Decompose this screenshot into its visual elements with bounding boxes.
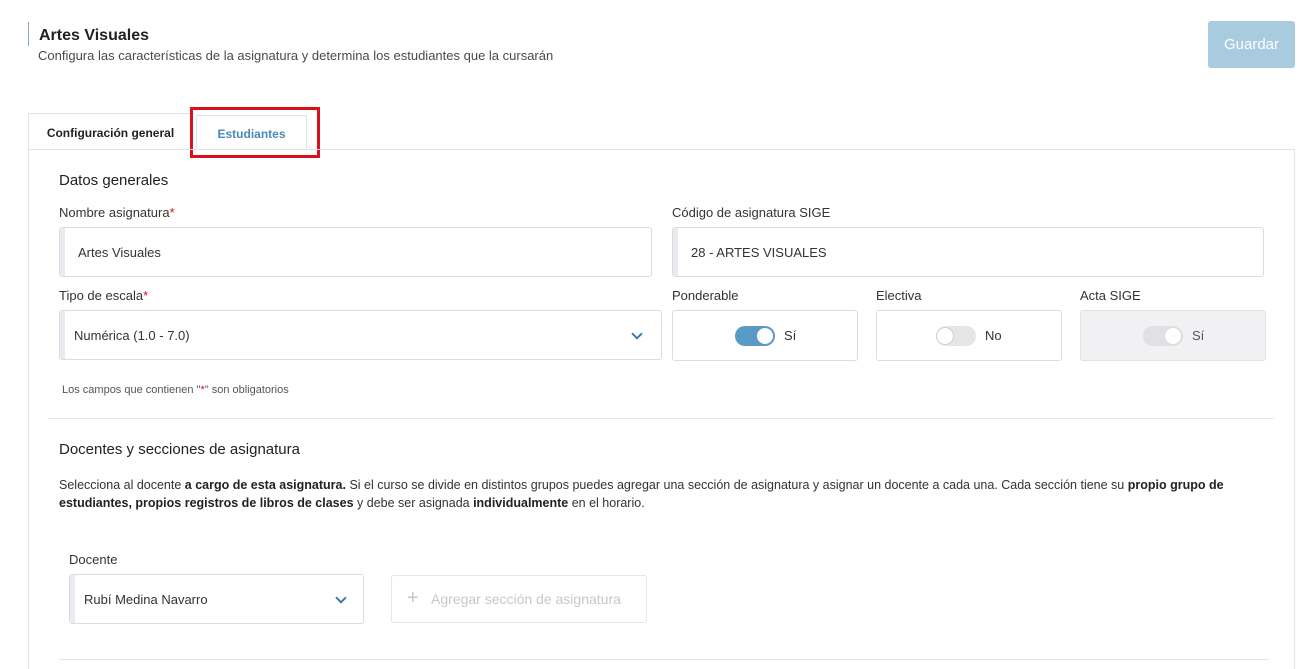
hint-prefix: Los campos que contienen " bbox=[62, 384, 201, 396]
desc-text: Selecciona al docente bbox=[59, 478, 185, 492]
section-title-docentes: Docentes y secciones de asignatura bbox=[59, 441, 300, 458]
desc-bold: individualmente bbox=[473, 496, 569, 510]
required-mark: * bbox=[143, 288, 149, 303]
section-title-datos-generales: Datos generales bbox=[59, 172, 169, 189]
plus-icon: + bbox=[407, 587, 419, 609]
acta-sige-state: Sí bbox=[1192, 328, 1205, 343]
required-fields-hint: Los campos que contienen "*" son obligat… bbox=[62, 384, 289, 396]
ponderable-toggle-box: Sí bbox=[672, 310, 858, 361]
chevron-down-icon bbox=[335, 592, 347, 604]
bottom-divider bbox=[59, 659, 1269, 660]
switch-knob bbox=[936, 327, 954, 345]
save-button[interactable]: Guardar bbox=[1208, 21, 1295, 68]
sige-code-input[interactable]: 28 - ARTES VISUALES bbox=[672, 227, 1264, 277]
ponderable-label: Ponderable bbox=[672, 288, 739, 303]
add-section-button[interactable]: + Agregar sección de asignatura bbox=[391, 575, 647, 623]
required-mark: * bbox=[169, 205, 175, 220]
desc-text: Si el curso se divide en distintos grupo… bbox=[345, 478, 1128, 492]
desc-text: en el horario. bbox=[568, 496, 645, 510]
scale-label: Tipo de escala* bbox=[59, 288, 148, 303]
switch-knob bbox=[756, 327, 774, 345]
subject-name-value: Artes Visuales bbox=[78, 245, 161, 260]
docente-label: Docente bbox=[69, 552, 118, 567]
subject-name-input[interactable]: Artes Visuales bbox=[59, 227, 652, 277]
ponderable-switch[interactable] bbox=[735, 326, 775, 346]
electiva-state: No bbox=[985, 328, 1002, 343]
hint-suffix: " son obligatorios bbox=[204, 384, 289, 396]
teachers-description: Selecciona al docente a cargo de esta as… bbox=[59, 476, 1249, 512]
acta-sige-toggle-box: Sí bbox=[1080, 310, 1266, 361]
section-divider bbox=[48, 418, 1274, 419]
tab-estudiantes[interactable]: Estudiantes bbox=[196, 115, 307, 149]
scale-label-text: Tipo de escala bbox=[59, 288, 144, 303]
page-title: Artes Visuales bbox=[39, 27, 149, 44]
switch-knob bbox=[1164, 327, 1182, 345]
electiva-toggle-box: No bbox=[876, 310, 1062, 361]
scale-select-value: Numérica (1.0 - 7.0) bbox=[74, 328, 190, 343]
add-section-label: Agregar sección de asignatura bbox=[431, 591, 621, 607]
acta-sige-switch bbox=[1143, 326, 1183, 346]
ponderable-state: Sí bbox=[784, 328, 797, 343]
desc-text: y debe ser asignada bbox=[353, 496, 474, 510]
name-label: Nombre asignatura* bbox=[59, 205, 175, 220]
docente-select-value: Rubí Medina Navarro bbox=[84, 592, 208, 607]
acta-sige-label: Acta SIGE bbox=[1080, 288, 1141, 303]
tab-configuracion-general[interactable]: Configuración general bbox=[28, 113, 193, 150]
page-subtitle: Configura las características de la asig… bbox=[38, 48, 554, 63]
docente-select[interactable]: Rubí Medina Navarro bbox=[69, 574, 364, 624]
scale-select[interactable]: Numérica (1.0 - 7.0) bbox=[59, 310, 662, 360]
chevron-down-icon bbox=[631, 328, 643, 340]
name-label-text: Nombre asignatura bbox=[59, 205, 170, 220]
electiva-label: Electiva bbox=[876, 288, 922, 303]
electiva-switch[interactable] bbox=[936, 326, 976, 346]
header-accent-bar: Artes Visuales bbox=[28, 22, 149, 46]
sige-code-label: Código de asignatura SIGE bbox=[672, 205, 831, 220]
sige-code-value: 28 - ARTES VISUALES bbox=[691, 245, 827, 260]
desc-bold: a cargo de esta asignatura. bbox=[184, 478, 346, 492]
